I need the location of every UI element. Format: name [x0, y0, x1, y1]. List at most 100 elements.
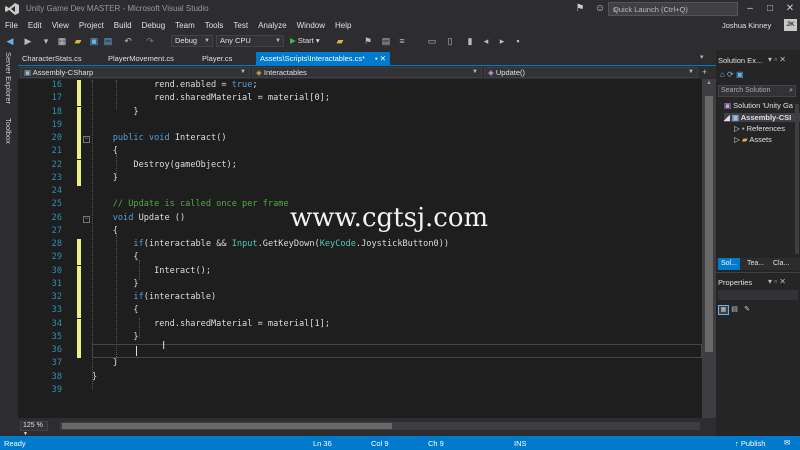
member-select[interactable]: ◈ Update() ▼	[484, 67, 698, 78]
solution-search-input[interactable]: Search Solution ⌕	[718, 85, 796, 97]
redo-icon[interactable]: ↷	[144, 35, 156, 47]
properties-object-select[interactable]	[718, 290, 798, 300]
code-line[interactable]: rend.sharedMaterial = material[0];	[92, 93, 330, 103]
start-button[interactable]: ▶ Start ▾	[290, 35, 320, 47]
project-select[interactable]: ▣ Assembly-CSharp ▼	[20, 67, 250, 78]
minimize-icon[interactable]: –	[740, 0, 760, 18]
categorized-icon[interactable]: ▦	[718, 305, 729, 315]
tab-player[interactable]: Player.cs	[198, 52, 254, 65]
code-line[interactable]: if(interactable)	[92, 292, 216, 302]
pane-menu-icon[interactable]: ▾ ▫ ✕	[768, 55, 786, 64]
prev-bookmark-icon[interactable]: ◂	[480, 35, 492, 47]
save-icon[interactable]: ▣	[88, 35, 100, 47]
line-number: 16	[51, 80, 62, 90]
notifications-icon[interactable]: ✉	[784, 438, 790, 447]
tab-label: PlayerMovement.cs	[108, 54, 174, 63]
tab-class[interactable]: Cla...	[770, 258, 792, 270]
code-line[interactable]: }	[92, 173, 118, 183]
browse-icon[interactable]: ▰	[334, 35, 346, 47]
code-line[interactable]: Interact();	[92, 266, 211, 276]
menu-edit[interactable]: Edit	[23, 18, 47, 33]
tab-overflow-icon[interactable]: ▾	[700, 53, 704, 61]
configuration-select[interactable]: Debug ▼	[171, 35, 213, 47]
feedback-icon[interactable]: ☺	[590, 0, 610, 18]
code-line[interactable]: // Update is called once per frame	[92, 199, 289, 209]
tree-item-assets[interactable]: ▷ ▰ Assets	[734, 135, 772, 144]
notifications-flag-icon[interactable]: ⚑	[570, 0, 590, 18]
type-select[interactable]: ◈ Interactables ▼	[252, 67, 482, 78]
maximize-icon[interactable]: □	[760, 0, 780, 18]
next-bookmark-icon[interactable]: ▸	[496, 35, 508, 47]
collapse-icon[interactable]: −	[83, 215, 90, 223]
menu-build[interactable]: Build	[109, 18, 137, 33]
server-explorer-tab[interactable]: Server Explorer	[4, 52, 13, 104]
tab-team[interactable]: Tea...	[744, 258, 767, 270]
uncomment-icon[interactable]: ▯	[444, 35, 456, 47]
zoom-select[interactable]: 125 % ▼	[20, 421, 48, 437]
menu-tools[interactable]: Tools	[200, 18, 229, 33]
code-line[interactable]: void Update ()	[92, 213, 185, 223]
tab-playermovement[interactable]: PlayerMovement.cs	[104, 52, 194, 65]
new-project-icon[interactable]: ▦	[56, 35, 68, 47]
line-number: 28	[51, 239, 62, 249]
menu-analyze[interactable]: Analyze	[253, 18, 291, 33]
menu-debug[interactable]: Debug	[137, 18, 171, 33]
tree-item-project[interactable]: ◢ ▣ Assembly-CSI	[724, 113, 800, 122]
horizontal-scroll-thumb[interactable]	[62, 423, 392, 429]
indent-guide	[139, 318, 140, 338]
toolbar-icon[interactable]: ▤	[380, 35, 392, 47]
solution-icon: ▣	[724, 101, 734, 110]
tab-close-icon[interactable]: ▪ ✕	[375, 52, 386, 65]
code-line[interactable]: public void Interact()	[92, 133, 227, 143]
collapse-icon[interactable]: −	[83, 136, 90, 143]
publish-button[interactable]: ↑ Publish	[735, 439, 765, 448]
navigate-forward-icon[interactable]: ▶	[22, 35, 34, 47]
open-file-icon[interactable]: ▰	[72, 35, 84, 47]
navigate-back-icon[interactable]: ◀	[4, 35, 16, 47]
property-pages-icon[interactable]: ✎	[744, 306, 750, 313]
code-line[interactable]: Destroy(gameObject);	[92, 160, 236, 170]
solution-explorer-toolbar[interactable]: ⌂ ⟳ ▣	[720, 70, 744, 79]
tab-solution[interactable]: Sol...	[718, 258, 740, 270]
toolbox-tab[interactable]: Toolbox	[4, 118, 13, 144]
avatar[interactable]: JK	[784, 19, 797, 31]
menu-team[interactable]: Team	[170, 18, 200, 33]
menu-project[interactable]: Project	[74, 18, 109, 33]
solution-scrollbar[interactable]	[795, 104, 799, 254]
bookmark-icon[interactable]: ▮	[464, 35, 476, 47]
platform-select[interactable]: Any CPU ▼	[216, 35, 284, 47]
code-line[interactable]: rend.sharedMaterial = material[1];	[92, 319, 330, 329]
code-line[interactable]: }	[92, 358, 118, 368]
code-line[interactable]: {	[92, 146, 118, 156]
save-all-icon[interactable]: ▤	[102, 35, 114, 47]
change-marker	[77, 305, 81, 319]
tree-item-solution[interactable]: ▣ Solution 'Unity Ga	[724, 101, 793, 110]
user-name[interactable]: Joshua Kinney	[722, 21, 771, 30]
menu-view[interactable]: View	[47, 18, 74, 33]
split-window-icon[interactable]: +	[702, 67, 707, 77]
toolbar-icon[interactable]: ≡	[396, 35, 408, 47]
menu-file[interactable]: File	[0, 18, 23, 33]
clear-bookmarks-icon[interactable]: ▪	[512, 35, 524, 47]
menu-test[interactable]: Test	[228, 18, 253, 33]
menu-help[interactable]: Help	[330, 18, 356, 33]
undo-icon[interactable]: ↶	[122, 35, 134, 47]
toolbar-icon[interactable]: ⚑	[362, 35, 374, 47]
quick-launch-input[interactable]: Quick Launch (Ctrl+Q) ⌕	[608, 2, 738, 16]
pane-menu-icon[interactable]: ▾ ▫ ✕	[768, 277, 786, 286]
close-icon[interactable]: ✕	[780, 0, 800, 18]
scroll-up-icon[interactable]: ▲	[702, 80, 716, 86]
vertical-scroll-thumb[interactable]	[705, 96, 713, 352]
change-marker	[77, 106, 81, 120]
tab-interactables[interactable]: Assets\Scripts\Interactables.cs* ▪ ✕	[256, 52, 390, 65]
code-line[interactable]: if(interactable && Input.GetKeyDown(KeyC…	[92, 239, 449, 249]
menu-window[interactable]: Window	[292, 18, 330, 33]
alphabetical-icon[interactable]: ▤	[731, 306, 738, 313]
tree-item-references[interactable]: ▷ ▪ References	[734, 124, 785, 133]
code-line[interactable]: {	[92, 226, 118, 236]
tab-characterstats[interactable]: CharacterStats.cs	[18, 52, 98, 65]
dropdown-arrow-icon[interactable]: ▾	[40, 35, 52, 47]
comment-icon[interactable]: ▭	[426, 35, 438, 47]
